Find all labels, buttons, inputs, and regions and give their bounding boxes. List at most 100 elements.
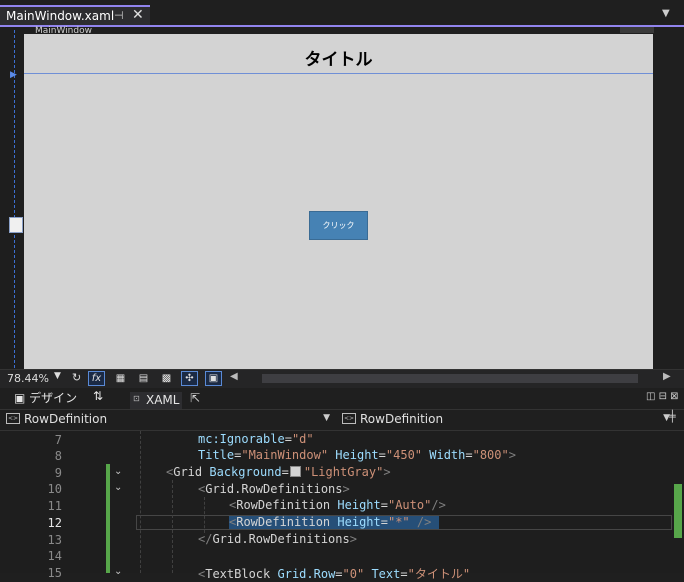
code-attribute: Height: [335, 448, 379, 462]
code-attribute: Width: [429, 448, 466, 462]
line-number: 11: [47, 499, 62, 513]
code-attribute: Text: [371, 567, 401, 581]
code-line-11[interactable]: <RowDefinition Height="Auto"/>: [229, 498, 446, 512]
code-punctuation: />: [431, 498, 446, 512]
code-line-13[interactable]: </Grid.RowDefinitions>: [198, 532, 357, 546]
row-size-grip[interactable]: [9, 217, 23, 233]
close-icon[interactable]: ✕: [132, 7, 144, 23]
document-tab[interactable]: MainWindow.xaml ⊣ ✕: [0, 5, 150, 26]
code-tag: Grid: [173, 465, 203, 479]
scroll-right-icon[interactable]: ▶: [663, 371, 671, 382]
window-caption-buttons: [620, 27, 654, 33]
window-label: MainWindow: [35, 26, 92, 36]
code-punctuation: >: [349, 532, 357, 546]
code-punctuation: />: [416, 515, 432, 529]
line-number: 14: [47, 549, 62, 563]
code-value: "d": [291, 432, 314, 446]
line-number: 15: [47, 566, 62, 580]
code-equals: =: [380, 515, 388, 529]
member-scope-label: RowDefinition: [360, 412, 444, 426]
member-scope-dropdown[interactable]: <> RowDefinition ▼: [340, 410, 674, 430]
code-attribute: Grid.Row: [277, 567, 336, 581]
tab-title[interactable]: MainWindow.xaml: [6, 9, 114, 23]
grid-toggle-icon[interactable]: ▦: [112, 371, 129, 386]
tab-list-dropdown-icon[interactable]: ▼: [662, 8, 670, 19]
tab-design[interactable]: ▣ デザイン: [14, 389, 77, 406]
line-number: 9: [54, 466, 62, 480]
code-value: "800": [472, 448, 509, 462]
design-tab-label: デザイン: [29, 391, 78, 405]
indent-guide: [204, 497, 205, 533]
xaml-element-icon: <>: [342, 413, 356, 424]
color-swatch-icon: [289, 466, 301, 477]
fold-chevron-icon[interactable]: ⌄: [114, 466, 122, 477]
code-line-15[interactable]: <TextBlock Grid.Row="0" Text="タイトル": [198, 565, 470, 582]
artboard-background-icon[interactable]: ▩: [158, 371, 175, 386]
preview-click-button[interactable]: クリック: [309, 211, 368, 240]
code-punctuation: >: [383, 465, 391, 479]
line-number: 13: [47, 533, 62, 547]
code-equals: =: [284, 432, 292, 446]
split-layout-icons[interactable]: ◫ ⊟ ⊠: [646, 391, 679, 402]
preview-title-text[interactable]: タイトル: [24, 45, 653, 70]
zoom-dropdown-icon[interactable]: ▼: [54, 371, 61, 381]
code-punctuation: >: [342, 482, 350, 496]
code-punctuation: >: [508, 448, 516, 462]
fold-chevron-icon[interactable]: ⌄: [114, 566, 122, 577]
code-tag: TextBlock: [205, 567, 271, 581]
code-line-9[interactable]: <Grid Background= "LightGray">: [166, 465, 391, 479]
effects-toggle-button[interactable]: fx: [88, 371, 105, 386]
code-punctuation: </: [198, 532, 213, 546]
code-line-7[interactable]: mc:Ignorable="d": [198, 432, 314, 446]
code-line-10[interactable]: <Grid.RowDefinitions>: [198, 482, 350, 496]
split-editor-icon[interactable]: ╪: [669, 410, 676, 423]
snap-gridlines-icon[interactable]: ▤: [135, 371, 152, 386]
indent-guide: [140, 431, 141, 573]
scroll-left-icon[interactable]: ◀: [230, 371, 238, 382]
row-marker-icon[interactable]: ▶: [10, 70, 17, 80]
element-scope-label: RowDefinition: [24, 412, 108, 426]
code-equals: =: [281, 465, 289, 479]
ruler-guide-line: [14, 30, 16, 368]
indent-guide: [172, 480, 173, 573]
line-number-current: 12: [47, 516, 62, 530]
code-value: "*": [387, 515, 410, 529]
code-value: "450": [385, 448, 423, 462]
fold-chevron-icon[interactable]: ⌄: [114, 482, 122, 493]
line-number: 7: [54, 433, 62, 447]
horizontal-scrollbar[interactable]: [262, 374, 638, 383]
pin-icon[interactable]: ⊣: [114, 9, 124, 22]
code-attribute: mc:Ignorable: [198, 432, 285, 446]
line-number: 8: [54, 449, 62, 463]
row-divider-line[interactable]: [24, 73, 653, 74]
snap-to-snaplines-icon[interactable]: ✣: [181, 371, 198, 386]
scrollbar-change-marker: [674, 484, 682, 538]
code-tag: RowDefinition: [236, 515, 331, 529]
element-scope-dropdown[interactable]: <> RowDefinition ▼: [4, 410, 334, 430]
code-line-8[interactable]: Title="MainWindow" Height="450" Width="8…: [198, 448, 516, 462]
code-tag: RowDefinition: [236, 498, 331, 512]
code-attribute: Background: [209, 465, 282, 479]
design-view-icon: ▣: [14, 391, 26, 405]
designer-vertical-scroll-area: [653, 34, 684, 370]
project-code-icon[interactable]: ▣: [205, 371, 222, 386]
code-tag: Grid.RowDefinitions: [212, 532, 350, 546]
code-value: "MainWindow": [241, 448, 329, 462]
code-line-12[interactable]: <RowDefinition Height="*" />: [229, 515, 431, 529]
code-value: "0": [342, 567, 365, 581]
code-value: "Auto": [387, 498, 432, 512]
window-preview: [24, 34, 653, 370]
code-value: "タイトル": [407, 567, 471, 581]
refresh-icon[interactable]: ↻: [72, 371, 81, 384]
swap-panes-icon[interactable]: ⇅: [93, 389, 103, 403]
tab-xaml[interactable]: ⊡ XAML: [130, 392, 182, 410]
code-value: "LightGray": [303, 465, 384, 479]
code-attribute: Height: [337, 498, 381, 512]
xaml-element-icon: <>: [6, 413, 20, 424]
code-attribute: Height: [337, 515, 381, 529]
xaml-view-icon: ⊡: [133, 394, 140, 403]
chevron-down-icon: ▼: [323, 413, 330, 423]
line-number: 10: [47, 482, 62, 496]
zoom-level[interactable]: 78.44%: [7, 372, 49, 385]
popout-icon[interactable]: ⇱: [190, 391, 200, 405]
